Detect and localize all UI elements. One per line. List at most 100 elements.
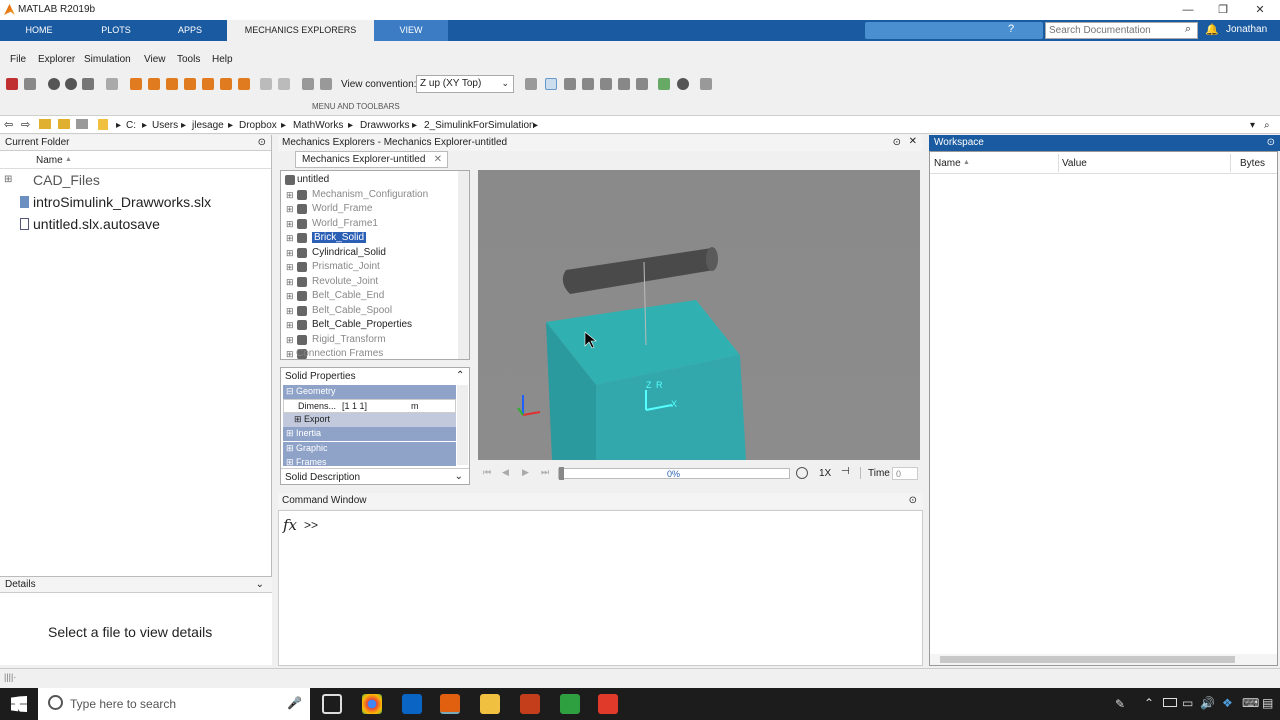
expand-node-icon[interactable]: ⊞ [286, 291, 294, 302]
front-view-icon[interactable] [130, 78, 142, 90]
render-mode-icon[interactable] [677, 78, 689, 90]
outlook-icon[interactable] [402, 694, 422, 714]
fit-to-view-icon[interactable] [106, 78, 118, 90]
pan-tool-icon[interactable] [600, 78, 612, 90]
time-field[interactable]: 0 [892, 467, 918, 480]
crumb-dropbox[interactable]: Dropbox [239, 120, 277, 131]
slider-thumb[interactable] [559, 467, 564, 480]
step-back-icon[interactable]: ◀ [502, 467, 509, 478]
tree-node[interactable]: ⊞ Belt_Cable_Properties [281, 318, 457, 332]
panel-menu-icon[interactable]: ⊙ [258, 137, 266, 148]
list-item-untitled-autosave[interactable]: untitled.slx.autosave [33, 216, 160, 232]
split-view-icon[interactable] [260, 78, 272, 90]
tree-scrollbar[interactable] [458, 171, 469, 359]
menu-tools[interactable]: Tools [177, 54, 200, 65]
user-menu[interactable]: Jonathan [1226, 24, 1267, 35]
zoom-tool-icon[interactable] [618, 78, 630, 90]
column-bytes[interactable]: Bytes [1240, 158, 1265, 169]
progress-slider[interactable]: 0% [558, 467, 790, 480]
skip-back-icon[interactable]: ⏮ [483, 467, 491, 478]
up-folder-icon[interactable] [39, 119, 51, 129]
tree-node[interactable]: ⊞ Connection Frames [281, 347, 457, 361]
speed-slider-icon[interactable]: ⊣ [841, 466, 850, 477]
3d-viewport[interactable]: Z R X [478, 170, 920, 460]
play-icon[interactable]: ▶ [522, 467, 529, 478]
expand-node-icon[interactable]: ⊞ [286, 204, 294, 215]
tree-node[interactable]: ⊞ Cylindrical_Solid [281, 246, 457, 260]
close-tab-icon[interactable]: ✕ [434, 154, 442, 165]
notification-bell-icon[interactable]: 🔔 [1205, 23, 1219, 36]
tree-node[interactable]: ⊞ Rigid_Transform [281, 333, 457, 347]
camtasia-icon[interactable] [560, 694, 580, 714]
tree-node[interactable]: ⊞ Belt_Cable_End [281, 289, 457, 303]
box-zoom-icon[interactable] [636, 78, 648, 90]
tab-home[interactable]: HOME [22, 20, 56, 41]
keyboard-icon[interactable]: ⌨ [1242, 696, 1259, 710]
tab-apps[interactable]: APPS [170, 20, 210, 41]
panel-menu-icon[interactable]: ⊙ [1267, 137, 1275, 148]
notifications-icon[interactable]: ▤ [1262, 696, 1273, 710]
stop-icon[interactable] [65, 78, 77, 90]
pen-icon[interactable]: ✎ [1115, 697, 1125, 711]
recorder-icon[interactable] [598, 694, 618, 714]
back-icon[interactable]: ⇦ [4, 118, 13, 131]
restore-icon[interactable]: ❐ [1215, 2, 1231, 18]
forward-icon[interactable]: ⇨ [21, 118, 30, 131]
task-view-icon[interactable] [322, 694, 342, 714]
tree-node[interactable]: ⊞ World_Frame1 [281, 217, 457, 231]
battery-icon[interactable] [1163, 698, 1177, 707]
step-forward-icon[interactable]: ⏭ [541, 467, 549, 478]
column-name[interactable]: Name [934, 158, 961, 169]
list-item-cad-files[interactable]: CAD_Files [33, 172, 100, 188]
crumb-mathworks[interactable]: MathWorks [293, 120, 343, 131]
expand-node-icon[interactable]: ⊞ [286, 248, 294, 259]
column-value[interactable]: Value [1062, 158, 1087, 169]
minimize-icon[interactable]: — [1180, 2, 1196, 18]
tree-node[interactable]: ⊞ Prismatic_Joint [281, 260, 457, 274]
camera-icon[interactable] [525, 78, 537, 90]
taskbar-search-box[interactable]: Type here to search 🎤 [38, 688, 310, 720]
tree-node[interactable]: ⊞ Belt_Cable_Spool [281, 304, 457, 318]
tab-mechanics-explorers[interactable]: MECHANICS EXPLORERS [227, 20, 374, 41]
horizontal-scrollbar[interactable] [930, 654, 1277, 665]
prop-row-dimensions[interactable]: Dimens... [1 1 1] m [283, 399, 456, 413]
address-dropdown-icon[interactable]: ▾ [1250, 120, 1255, 131]
help-icon[interactable]: ? [1008, 23, 1022, 37]
prop-group-frames[interactable]: ⊞ Frames [283, 456, 456, 466]
select-tool-icon[interactable] [545, 78, 557, 90]
panel-menu-icon[interactable]: ⊙ [893, 137, 901, 148]
left-view-icon[interactable] [166, 78, 178, 90]
tree-node[interactable]: ⊞ Mechanism_Configuration [281, 188, 457, 202]
bottom-view-icon[interactable] [220, 78, 232, 90]
search-icon[interactable]: ⌕ [1185, 23, 1191, 36]
column-name[interactable]: Name [36, 155, 63, 166]
expand-node-icon[interactable]: ⊞ [286, 349, 294, 360]
eject-icon[interactable] [82, 78, 94, 90]
prop-group-export[interactable]: ⊞ Export [283, 413, 456, 427]
props-scrollbar[interactable] [457, 385, 468, 465]
show-hidden-icons-icon[interactable]: ⌃ [1144, 696, 1154, 710]
pause-icon[interactable] [48, 78, 60, 90]
volume-icon[interactable]: 🔊 [1200, 696, 1215, 710]
isometric-view-icon[interactable] [238, 78, 250, 90]
solid-description-bar[interactable]: Solid Description ⌄ [281, 468, 469, 484]
command-window[interactable]: fx >> [278, 510, 923, 666]
chevron-down-icon[interactable]: ⌄ [256, 579, 264, 590]
crumb-simulink-for-simulation[interactable]: 2_SimulinkForSimulation [424, 120, 535, 131]
tree-node[interactable]: untitled [281, 173, 457, 187]
single-view-icon[interactable] [278, 78, 290, 90]
close-icon[interactable]: ✕ [1252, 2, 1268, 18]
tab-mechanics-explorer-untitled[interactable]: Mechanics Explorer-untitled ✕ [295, 151, 448, 168]
menu-simulation[interactable]: Simulation [84, 54, 131, 65]
crumb-users[interactable]: Users [152, 120, 178, 131]
function-browser-icon[interactable]: fx [283, 516, 297, 534]
menu-view[interactable]: View [144, 54, 166, 65]
prop-group-geometry[interactable]: ⊟ Geometry [283, 385, 456, 399]
prop-group-graphic[interactable]: ⊞ Graphic [283, 442, 456, 456]
chrome-icon[interactable] [362, 694, 382, 714]
crumb-jlesage[interactable]: jlesage [192, 120, 224, 131]
browse-folder-icon[interactable] [58, 119, 70, 129]
tab-plots[interactable]: PLOTS [96, 20, 136, 41]
add-tile-icon[interactable] [302, 78, 314, 90]
tab-view[interactable]: VIEW [374, 20, 448, 41]
